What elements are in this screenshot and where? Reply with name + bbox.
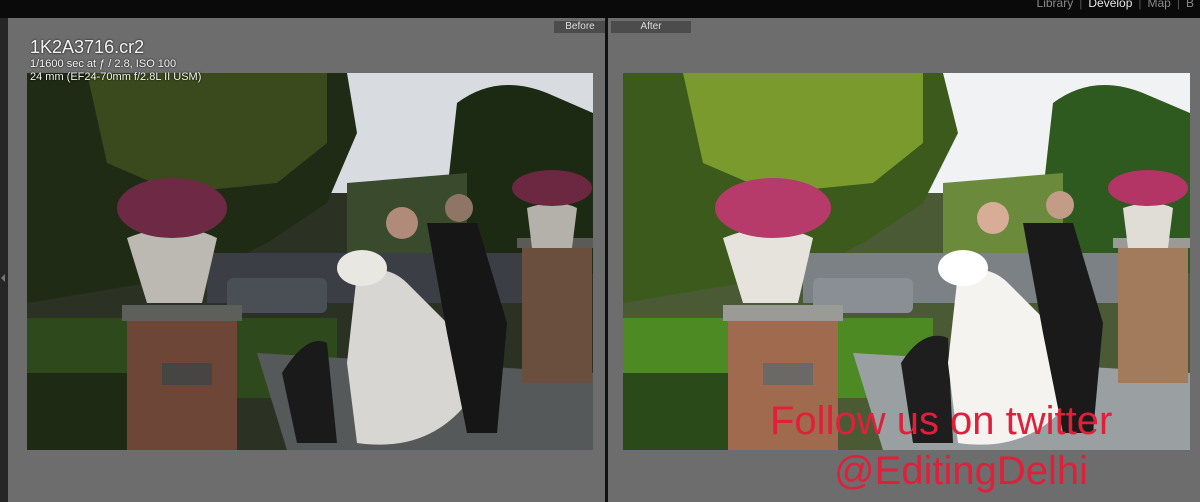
before-view: Before 1K2A3716.cr2 1/1600 sec at ƒ / 2.… [8,18,605,502]
file-name: 1K2A3716.cr2 [30,37,145,57]
lens-info: 24 mm (EF24-70mm f/2.8L II USM) [30,71,202,83]
module-library[interactable]: Library [1031,0,1080,10]
photo-info-overlay: 1K2A3716.cr2 1/1600 sec at ƒ / 2.8, ISO … [30,36,201,84]
after-label: After [611,21,691,33]
after-photo-image [623,73,1190,450]
watermark-handle-text: @EditingDelhi [834,449,1089,493]
before-photo-image [27,73,593,450]
module-map[interactable]: Map [1142,0,1177,10]
left-panel-edge[interactable] [0,18,8,502]
before-photo[interactable] [27,73,593,450]
module-bar: Library | Develop | Map | B [0,0,1200,18]
watermark-follow-text: Follow us on twitter [770,399,1113,443]
module-develop[interactable]: Develop [1082,0,1138,10]
exposure-info: 1/1600 sec at ƒ / 2.8, ISO 100 [30,58,177,70]
module-picker: Library | Develop | Map | B [1031,0,1200,10]
after-photo[interactable] [623,73,1190,450]
module-book[interactable]: B [1180,0,1200,10]
before-label: Before [554,21,605,33]
expand-panel-arrow-icon[interactable] [1,274,5,282]
